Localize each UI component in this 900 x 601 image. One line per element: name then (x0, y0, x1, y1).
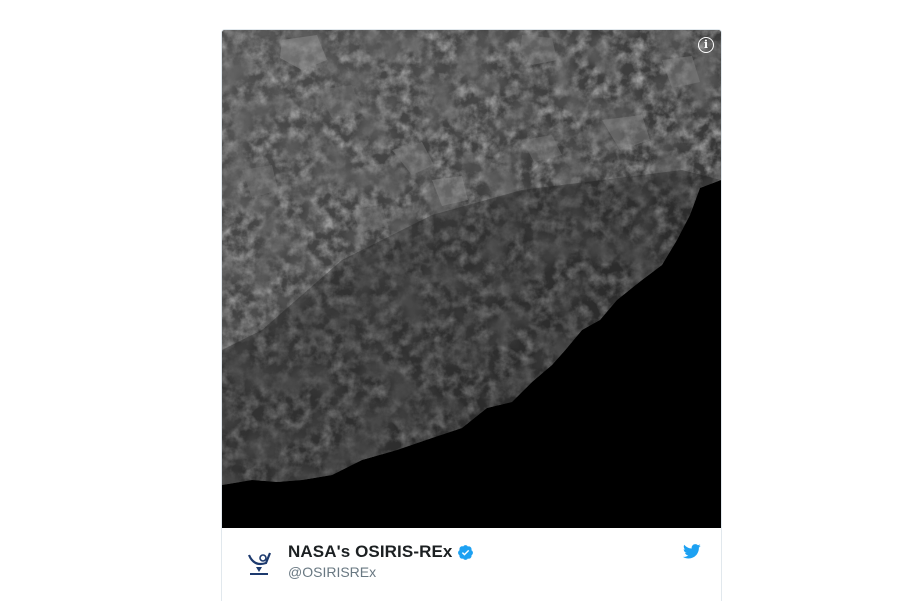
media-info-icon[interactable]: i (698, 37, 714, 53)
tweet-media-photo[interactable]: i (222, 30, 721, 528)
tweet-author-row[interactable]: NASA's OSIRIS-REx @OSIRISREx (222, 528, 721, 601)
verified-badge-icon (458, 544, 474, 560)
asteroid-surface-image (222, 30, 721, 528)
osiris-rex-logo-icon[interactable] (242, 545, 276, 579)
author-name-row[interactable]: NASA's OSIRIS-REx (288, 542, 474, 562)
author-display-name[interactable]: NASA's OSIRIS-REx (288, 542, 452, 562)
author-handle[interactable]: @OSIRISREx (288, 564, 376, 580)
embedded-tweet-card[interactable]: i NASA's OSIRIS-REx @OSIRISREx (221, 29, 722, 601)
twitter-bird-icon[interactable] (683, 544, 701, 559)
